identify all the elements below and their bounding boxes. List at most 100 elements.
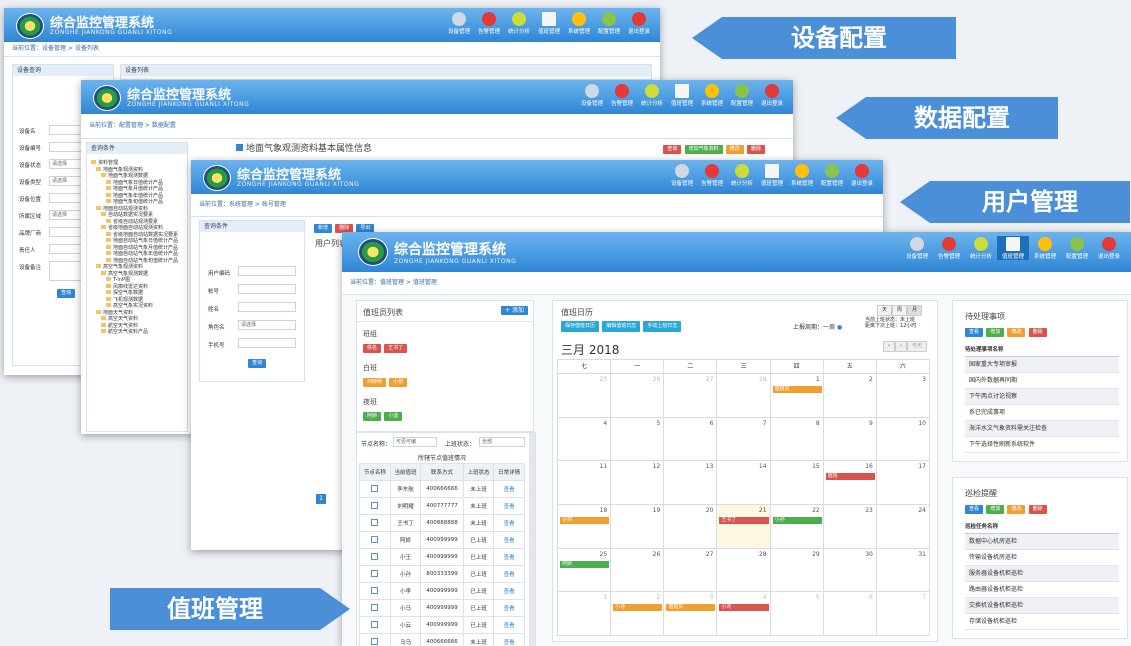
tree-node[interactable]: 航空天气资料产品 (91, 329, 187, 336)
calendar-day[interactable]: 22 (770, 505, 824, 549)
scrollbar[interactable] (529, 433, 535, 646)
prev-icon[interactable]: ‹ (883, 341, 895, 352)
calendar-day[interactable]: 1 (770, 374, 824, 418)
calendar-day[interactable]: 17 (876, 461, 930, 505)
tool-device[interactable]: 设备管理 (901, 236, 933, 260)
tool-system[interactable]: 系统管理 (787, 163, 817, 187)
tool-stats[interactable]: 统计分析 (727, 163, 757, 187)
calendar-event[interactable]: 小孙 (613, 604, 663, 612)
edit-log-button[interactable]: 编辑值班日志 (602, 321, 641, 332)
calendar-day[interactable]: 20 (664, 505, 718, 549)
calendar-day[interactable]: 29 (770, 548, 824, 593)
todo-item[interactable]: 海洋水文气象资料需关注检查 (965, 421, 1119, 437)
query-button[interactable]: 查询 (248, 359, 267, 368)
tool-alarm[interactable]: 告警管理 (697, 163, 727, 187)
tool-stats[interactable]: 统计分析 (965, 236, 997, 260)
calendar-day[interactable]: 7 (876, 592, 930, 636)
calendar-day[interactable]: 27 (664, 548, 718, 593)
calendar-day[interactable]: 9 (823, 417, 877, 462)
calendar-day[interactable]: 7 (717, 417, 771, 462)
query-button[interactable]: 查询 (57, 289, 76, 298)
status-select[interactable]: 全部 (479, 437, 525, 447)
patrol-item[interactable]: 交换机设备机柜巡检 (965, 598, 1119, 614)
tool-system[interactable]: 系统管理 (1029, 236, 1061, 260)
query-button[interactable]: 查询 (663, 145, 682, 154)
calendar-day[interactable]: 27 (664, 374, 718, 418)
member-tag[interactable]: 小迪 (384, 412, 403, 421)
todo-item[interactable]: 下午选择性刷新系统软件 (965, 437, 1119, 453)
delete-button[interactable]: 删除 (1028, 328, 1047, 337)
tool-logout[interactable]: 退出登录 (847, 163, 877, 187)
calendar-day[interactable]: 23 (823, 505, 877, 549)
detail-link[interactable]: 查看 (493, 480, 525, 498)
add-button[interactable]: 增加 (986, 505, 1005, 514)
detail-link[interactable]: 查看 (493, 497, 525, 515)
view-button[interactable]: 查看 (965, 505, 984, 514)
tool-alarm[interactable]: 告警管理 (474, 11, 504, 35)
calendar-day[interactable]: 1 (558, 592, 612, 636)
calendar-day[interactable]: 5 (770, 592, 824, 636)
patrol-item[interactable]: 数据中心机房巡检 (965, 534, 1119, 550)
member-tag[interactable]: 刘晓明 (363, 378, 387, 387)
calendar-day[interactable]: 24 (876, 505, 930, 549)
calendar-event[interactable]: 值班员 (772, 386, 822, 393)
add-data-button[interactable]: 增加气象资料 (684, 145, 723, 154)
detail-link[interactable]: 查看 (493, 514, 525, 532)
tool-config[interactable]: 配置管理 (817, 163, 847, 187)
node-select[interactable]: 可否可编 (393, 437, 437, 447)
calendar-day[interactable]: 4 (717, 592, 771, 636)
tool-duty[interactable]: 值班管理 (997, 236, 1029, 260)
name-input[interactable] (238, 302, 296, 312)
calendar-day[interactable]: 26 (611, 374, 665, 418)
calendar-day[interactable]: 14 (717, 461, 771, 505)
tool-device[interactable]: 设备管理 (577, 83, 607, 107)
calendar-day[interactable]: 3 (664, 592, 718, 636)
calendar-day[interactable]: 18 (558, 505, 612, 549)
next-icon[interactable]: › (895, 341, 907, 352)
member-tag[interactable]: 小张 (389, 378, 408, 387)
tool-device[interactable]: 设备管理 (667, 163, 697, 187)
delete-button[interactable]: 删除 (746, 145, 765, 154)
calendar-day[interactable]: 2 (611, 592, 665, 636)
tool-device[interactable]: 设备管理 (444, 11, 474, 35)
detail-link[interactable]: 查看 (493, 599, 525, 617)
detail-link[interactable]: 查看 (493, 548, 525, 566)
calendar-event[interactable]: 值班 (825, 473, 875, 481)
account-input[interactable] (238, 284, 296, 294)
calendar-day[interactable]: 28 (717, 374, 771, 418)
calendar-day[interactable]: 25 (558, 374, 612, 418)
detail-link[interactable]: 查看 (493, 616, 525, 634)
page-button[interactable]: 1 (316, 494, 326, 504)
tool-duty[interactable]: 值班管理 (534, 11, 564, 35)
add-duty-button[interactable]: + 添加 (501, 306, 528, 315)
calendar-day[interactable]: 21 (717, 505, 771, 549)
calendar-day[interactable]: 5 (611, 417, 665, 462)
edit-button[interactable]: 修改 (1007, 505, 1026, 514)
calendar-day[interactable]: 13 (664, 461, 718, 505)
calendar-day[interactable]: 30 (823, 548, 877, 593)
tool-stats[interactable]: 统计分析 (637, 83, 667, 107)
tab-week[interactable]: 周 (892, 305, 908, 316)
calendar-day[interactable]: 19 (611, 505, 665, 549)
tool-system[interactable]: 系统管理 (564, 11, 594, 35)
patrol-item[interactable]: 传输设备机房巡检 (965, 550, 1119, 566)
tool-config[interactable]: 配置管理 (1061, 236, 1093, 260)
tool-alarm[interactable]: 告警管理 (607, 83, 637, 107)
calendar-event[interactable]: 王书丁 (719, 517, 769, 524)
edit-button[interactable]: 修改 (725, 145, 744, 154)
user-code-input[interactable] (238, 266, 296, 276)
calendar-day[interactable]: 8 (770, 417, 824, 462)
todo-item[interactable]: 下午两点讨论视察 (965, 389, 1119, 405)
tab-day[interactable]: 天 (877, 305, 893, 316)
phone-input[interactable] (238, 338, 296, 348)
calendar-day[interactable]: 4 (558, 417, 612, 462)
tool-duty[interactable]: 值班管理 (757, 163, 787, 187)
calendar-event[interactable]: 小刘 (719, 604, 769, 612)
calendar-event[interactable]: 阿娇 (560, 560, 610, 568)
edit-button[interactable]: 修改 (1007, 328, 1026, 337)
add-button[interactable]: 新增 (314, 224, 333, 233)
tool-config[interactable]: 配置管理 (727, 83, 757, 107)
todo-item[interactable]: 国家重大专项审报 (965, 357, 1119, 373)
calendar-day[interactable]: 26 (611, 548, 665, 593)
delete-button[interactable]: 删除 (1028, 505, 1047, 514)
